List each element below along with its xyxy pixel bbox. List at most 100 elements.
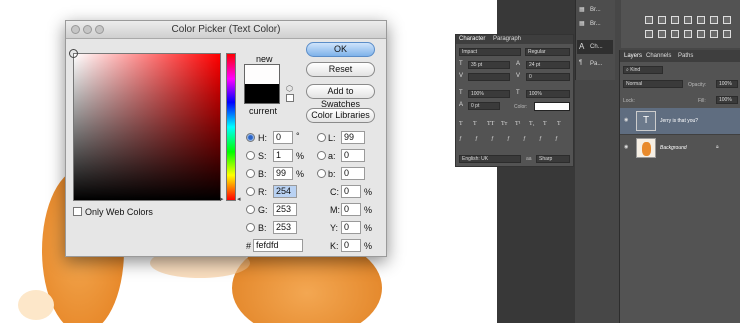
visibility-eye-icon[interactable]: ◉ <box>624 117 628 123</box>
ligatures-icon[interactable]: ƒ <box>459 136 462 142</box>
a-channel-radio[interactable] <box>317 151 326 160</box>
faux-bold-icon[interactable]: T <box>459 121 463 127</box>
hue-slider[interactable] <box>226 53 236 201</box>
small-caps-icon[interactable]: Tт <box>501 121 507 127</box>
dock-item-paragraph[interactable]: ¶ Pa... <box>579 58 611 70</box>
threshold-adjustment-icon[interactable] <box>723 30 731 38</box>
tracking-select[interactable]: 0 <box>526 73 570 81</box>
font-style-select[interactable]: Regular <box>525 48 570 56</box>
tab-paths[interactable]: Paths <box>678 53 693 59</box>
baseline-shift-input[interactable]: 0 pt <box>468 102 500 110</box>
faux-italic-icon[interactable]: T <box>473 121 477 127</box>
kerning-select[interactable] <box>468 73 510 81</box>
hue-sat-adjustment-icon[interactable] <box>710 16 718 24</box>
hex-input[interactable]: fefdfd <box>253 239 303 252</box>
vibrance-adjustment-icon[interactable] <box>697 16 705 24</box>
layer-row-text[interactable]: ◉ T Jerry is that you? <box>620 108 740 134</box>
font-family-select[interactable]: Impact <box>459 48 521 56</box>
blue-radio[interactable] <box>246 223 255 232</box>
kerning-icon: V <box>459 73 464 79</box>
superscript-icon[interactable]: T¹ <box>515 121 520 127</box>
saturation-input[interactable]: 1 <box>273 149 293 162</box>
tab-paragraph[interactable]: Paragraph <box>493 36 521 42</box>
current-color-swatch[interactable] <box>244 84 280 104</box>
minimize-button[interactable] <box>83 25 92 34</box>
leading-select[interactable]: 24 pt <box>526 61 570 69</box>
blend-mode-select[interactable]: Normal <box>623 80 683 88</box>
green-radio[interactable] <box>246 205 255 214</box>
only-web-colors-checkbox[interactable] <box>73 207 82 216</box>
hue-radio[interactable] <box>246 133 255 142</box>
all-caps-icon[interactable]: TT <box>487 121 494 127</box>
color-field-cursor[interactable] <box>69 49 78 58</box>
subscript-icon[interactable]: T₁ <box>529 121 535 127</box>
black-input[interactable]: 0 <box>341 239 361 252</box>
filter-kind-select[interactable]: ⌕ Kind <box>623 66 663 74</box>
levels-adjustment-icon[interactable] <box>658 16 666 24</box>
web-safe-swatch[interactable] <box>286 94 294 102</box>
old-style-icon[interactable]: ƒ <box>475 136 478 142</box>
bw-adjustment-icon[interactable] <box>645 30 653 38</box>
color-libraries-button[interactable]: Color Libraries <box>306 108 375 123</box>
font-size-select[interactable]: 35 pt <box>468 61 510 69</box>
cyan-input[interactable]: 0 <box>341 185 361 198</box>
dock-item-character[interactable]: A Ch... <box>577 40 613 54</box>
close-button[interactable] <box>71 25 80 34</box>
hue-input[interactable]: 0 <box>273 131 293 144</box>
tab-character[interactable]: Character <box>459 36 485 42</box>
lightness-radio[interactable] <box>317 133 326 142</box>
percent-unit: % <box>364 205 373 215</box>
photo-filter-adjustment-icon[interactable] <box>658 30 666 38</box>
brightness-adjustment-icon[interactable] <box>645 16 653 24</box>
b-channel-input[interactable]: 0 <box>341 167 365 180</box>
zoom-button[interactable] <box>95 25 104 34</box>
magenta-input[interactable]: 0 <box>341 203 361 216</box>
underline-icon[interactable]: T <box>543 121 547 127</box>
opacity-input[interactable]: 100% <box>716 80 738 88</box>
invert-adjustment-icon[interactable] <box>697 30 705 38</box>
percent-unit: % <box>364 187 373 197</box>
balance-adjustment-icon[interactable] <box>723 16 731 24</box>
yellow-input[interactable]: 0 <box>341 221 361 234</box>
ordinals-icon[interactable]: ƒ <box>539 136 542 142</box>
curves-adjustment-icon[interactable] <box>671 16 679 24</box>
exposure-adjustment-icon[interactable] <box>684 16 692 24</box>
vertical-scale-input[interactable]: 100% <box>468 90 510 98</box>
visibility-eye-icon[interactable]: ◉ <box>624 144 628 150</box>
posterize-adjustment-icon[interactable] <box>710 30 718 38</box>
titling-icon[interactable]: ƒ <box>523 136 526 142</box>
horizontal-scale-input[interactable]: 100% <box>526 90 570 98</box>
brightness-input[interactable]: 99 <box>273 167 293 180</box>
blue-input[interactable]: 253 <box>273 221 297 234</box>
strikethrough-icon[interactable]: T <box>557 121 561 127</box>
a-channel-input[interactable]: 0 <box>341 149 365 162</box>
dock-item-2[interactable]: ▦ Br... <box>579 18 611 30</box>
red-radio[interactable] <box>246 187 255 196</box>
brightness-radio[interactable] <box>246 169 255 178</box>
lightness-input[interactable]: 99 <box>341 131 365 144</box>
text-color-swatch[interactable] <box>534 102 570 111</box>
tab-layers[interactable]: Layers <box>624 53 642 59</box>
green-input[interactable]: 253 <box>273 203 297 216</box>
lookup-adjustment-icon[interactable] <box>684 30 692 38</box>
fill-input[interactable]: 100% <box>716 96 738 104</box>
b-channel-radio[interactable] <box>317 169 326 178</box>
ok-button[interactable]: OK <box>306 42 375 57</box>
antialias-select[interactable]: Sharp <box>536 155 570 163</box>
reset-button[interactable]: Reset <box>306 62 375 77</box>
hue-slider-arrow-left[interactable]: ▸ <box>220 195 224 203</box>
color-field[interactable] <box>69 49 221 201</box>
mixer-adjustment-icon[interactable] <box>671 30 679 38</box>
tab-channels[interactable]: Channels <box>646 53 671 59</box>
hue-slider-arrow-right[interactable]: ◂ <box>237 195 241 203</box>
dock-item-1[interactable]: ▦ Br... <box>579 4 611 16</box>
current-color-label: current <box>249 106 278 116</box>
fractions-icon[interactable]: ƒ <box>555 136 558 142</box>
add-to-swatches-button[interactable]: Add to Swatches <box>306 84 375 109</box>
red-input[interactable]: 254 <box>273 185 297 198</box>
language-select[interactable]: English: UK <box>459 155 521 163</box>
layer-row-background[interactable]: ◉ Background 🔒︎ <box>620 134 740 160</box>
swash-icon[interactable]: ƒ <box>491 136 494 142</box>
alternates-icon[interactable]: ƒ <box>507 136 510 142</box>
saturation-radio[interactable] <box>246 151 255 160</box>
